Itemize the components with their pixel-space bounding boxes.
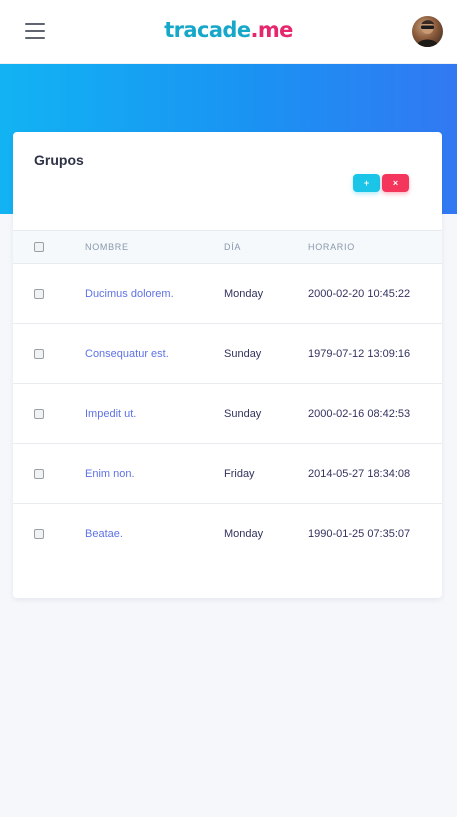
group-name-link[interactable]: Consequatur est. [85,348,169,360]
group-name-link[interactable]: Ducimus dolorem. [85,288,174,300]
group-day: Sunday [224,348,262,360]
group-day: Monday [224,288,264,300]
group-schedule: 2000-02-20 10:45:22 [308,288,411,300]
table-row: Enim non. Friday 2014-05-27 18:34:08 [13,444,442,504]
row-checkbox[interactable] [34,529,44,539]
groups-card: Grupos + × NOMBRE DÍA HORARIO Ducimus do… [13,132,442,598]
group-name-link[interactable]: Beatae. [85,528,123,540]
top-navbar: tracade.me [0,0,457,64]
delete-button[interactable]: × [382,174,409,192]
select-all-checkbox[interactable] [34,242,44,252]
group-schedule: 1979-07-12 13:09:16 [308,348,411,360]
group-schedule: 2014-05-27 18:34:08 [308,468,411,480]
group-day: Monday [224,528,264,540]
column-header-dia[interactable]: DÍA [224,242,241,252]
table-row: Beatae. Monday 1990-01-25 07:35:07 [13,504,442,564]
table-header: NOMBRE DÍA HORARIO [13,230,442,264]
row-checkbox[interactable] [34,409,44,419]
brand-logo[interactable]: tracade.me [0,18,457,42]
row-checkbox[interactable] [34,469,44,479]
group-schedule: 2000-02-16 08:42:53 [308,408,411,420]
table-row: Consequatur est. Sunday 1979-07-12 13:09… [13,324,442,384]
table-row: Impedit ut. Sunday 2000-02-16 08:42:53 [13,384,442,444]
group-name-link[interactable]: Enim non. [85,468,135,480]
logo-text-main: tracade [164,18,251,42]
user-avatar[interactable] [412,16,443,47]
column-header-horario[interactable]: HORARIO [308,242,355,252]
group-day: Sunday [224,408,262,420]
avatar-image [416,20,439,47]
row-checkbox[interactable] [34,289,44,299]
column-header-nombre[interactable]: NOMBRE [85,242,129,252]
add-button[interactable]: + [353,174,380,192]
group-day: Friday [224,468,255,480]
group-name-link[interactable]: Impedit ut. [85,408,136,420]
card-title: Grupos [34,152,84,168]
logo-text-suffix: .me [250,18,293,42]
table-row: Ducimus dolorem. Monday 2000-02-20 10:45… [13,264,442,324]
group-schedule: 1990-01-25 07:35:07 [308,528,411,540]
row-checkbox[interactable] [34,349,44,359]
